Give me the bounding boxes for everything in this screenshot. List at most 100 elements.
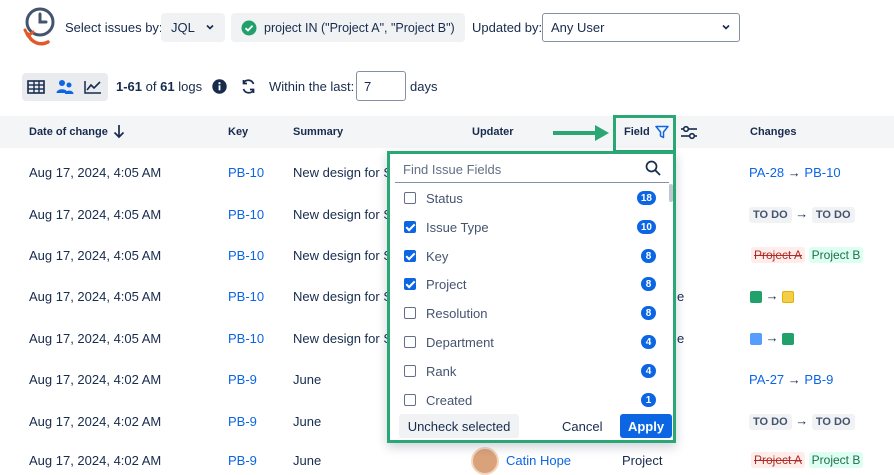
row-changes: PA-27 → PB-9 [749,372,833,387]
added-value: Project B [808,247,864,263]
log-unit: logs [178,79,203,94]
status-lozenge-to: TO DO [811,414,855,430]
info-icon[interactable] [212,79,227,97]
checkbox[interactable] [404,394,416,406]
row-key-link[interactable]: PB-9 [228,414,257,429]
row-changes: PA-28 → PB-10 [749,165,841,180]
row-updater-fragment: e [677,289,685,304]
uncheck-selected-button[interactable]: Uncheck selected [399,414,519,438]
row-key-link[interactable]: PB-9 [228,372,257,387]
field-search-input[interactable]: Find Issue Fields [395,157,669,183]
added-value: Project B [808,452,864,468]
checkbox[interactable] [404,365,416,377]
row-key-link[interactable]: PB-10 [228,165,264,180]
row-date: Aug 17, 2024, 4:02 AM [29,453,162,468]
field-option-status[interactable]: Status 18 [404,188,656,208]
story-type-icon [750,290,762,303]
row-changes: → [750,330,795,345]
within-last-label: Within the last: [269,79,355,94]
row-summary: New design for S [293,165,392,180]
column-header-updater[interactable]: Updater [472,126,514,138]
row-date: Aug 17, 2024, 4:05 AM [29,207,162,222]
row-changes: TO DO → TO DO [749,206,855,223]
change-from-link[interactable]: PA-28 [749,165,784,180]
log-count: 1-61 of 61 logs [116,79,202,94]
field-option-rank[interactable]: Rank 4 [404,361,656,381]
jql-mode-dropdown[interactable]: JQL [161,13,225,42]
row-key-link[interactable]: PB-9 [228,453,257,468]
column-header-summary[interactable]: Summary [293,126,343,138]
checkbox[interactable] [404,336,416,348]
arrow-right-icon: → [795,413,809,428]
field-option-department[interactable]: Department 4 [404,332,656,352]
row-key-link[interactable]: PB-10 [228,331,264,346]
row-key-link[interactable]: PB-10 [228,207,264,222]
arrow-right-icon: → [765,330,779,345]
field-search-placeholder: Find Issue Fields [403,162,502,177]
task-type-icon [750,332,762,345]
count-badge: 1 [641,393,656,407]
checkbox[interactable] [404,192,416,204]
row-key-link[interactable]: PB-10 [228,289,264,304]
row-date: Aug 17, 2024, 4:05 AM [29,289,162,304]
row-date: Aug 17, 2024, 4:05 AM [29,331,162,346]
arrow-right-icon: → [765,288,779,303]
row-summary: New design for S [293,289,392,304]
log-of: of [145,79,157,94]
field-filter-dropdown: Find Issue Fields Status 18 Issue Type 1… [387,151,676,443]
table-view-icon[interactable] [24,76,48,98]
row-key-link[interactable]: PB-10 [228,248,264,263]
log-range: 1-61 [116,79,143,94]
arrow-right-icon: → [787,372,801,387]
field-option-label: Created [426,392,473,408]
field-option-resolution[interactable]: Resolution 8 [404,303,656,323]
status-lozenge-to: TO DO [811,207,855,223]
history-logo-icon [22,6,56,48]
chart-view-icon[interactable] [81,76,105,98]
checkbox[interactable] [404,221,416,233]
updated-by-select[interactable]: Any User [542,13,740,42]
count-badge: 4 [641,364,656,378]
count-badge: 8 [641,306,656,320]
dropdown-scrollbar[interactable] [669,184,673,202]
select-issues-label: Select issues by: [65,20,163,35]
column-header-changes[interactable]: Changes [750,126,796,138]
jql-mode-label: JQL [171,20,195,35]
column-settings-icon[interactable] [680,125,698,143]
checkbox[interactable] [404,250,416,262]
field-option-created[interactable]: Created 1 [404,390,656,410]
row-date: Aug 17, 2024, 4:05 AM [29,248,162,263]
change-to-link[interactable]: PB-10 [804,165,840,180]
avatar [471,447,499,475]
checkbox[interactable] [404,307,416,319]
field-option-issue-type[interactable]: Issue Type 10 [404,217,656,237]
status-lozenge-from: TO DO [749,414,792,430]
updated-by-label: Updated by: [472,20,543,35]
row-summary: June [293,453,322,468]
log-total: 61 [160,79,175,94]
field-option-key[interactable]: Key 8 [404,246,656,266]
count-badge: 18 [636,191,656,205]
row-changes: → [750,288,795,303]
cancel-button[interactable]: Cancel [562,419,602,434]
change-from-link[interactable]: PA-27 [749,372,784,387]
chevron-down-icon [205,20,215,35]
sort-down-arrow-icon[interactable] [113,124,125,142]
refresh-icon[interactable] [240,78,257,98]
days-input[interactable]: 7 [356,71,406,101]
pointer-arrow-icon [551,123,611,146]
checkbox[interactable] [404,278,416,290]
search-icon[interactable] [645,160,661,179]
row-updater-name[interactable]: Catin Hope [506,453,571,468]
users-view-icon[interactable] [53,76,77,98]
change-to-link[interactable]: PB-9 [804,372,833,387]
field-option-label: Status [426,190,463,206]
field-option-project[interactable]: Project 8 [404,274,656,294]
column-header-key[interactable]: Key [228,126,248,138]
story-type-icon [782,332,795,345]
column-header-date[interactable]: Date of change [29,126,108,138]
apply-button[interactable]: Apply [620,414,672,438]
arrow-right-icon: → [795,206,809,221]
field-option-label: Resolution [426,305,488,321]
jql-query-button[interactable]: project IN ("Project A", "Project B") [231,13,465,42]
